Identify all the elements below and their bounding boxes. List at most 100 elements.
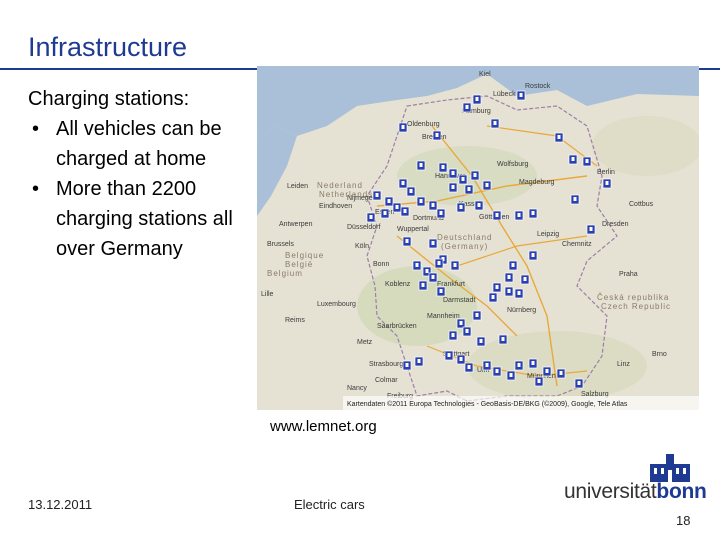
bullet-text: All vehicles can be charged at home bbox=[56, 118, 222, 170]
charging-station-marker[interactable] bbox=[450, 260, 460, 271]
map-label-berlin: Berlin bbox=[597, 169, 615, 176]
charging-station-marker[interactable] bbox=[472, 94, 482, 105]
charging-station-marker[interactable] bbox=[492, 210, 502, 221]
charging-station-marker[interactable] bbox=[416, 160, 426, 171]
charging-station-marker[interactable] bbox=[384, 196, 394, 207]
logo-wordmark: universitätbonn bbox=[564, 480, 707, 504]
charging-station-marker[interactable] bbox=[428, 200, 438, 211]
charging-station-marker[interactable] bbox=[504, 286, 514, 297]
charging-station-marker[interactable] bbox=[556, 368, 566, 379]
logo-text-part1: universität bbox=[564, 480, 657, 503]
map-label-leiden: Leiden bbox=[287, 183, 308, 190]
map-label-brussels: Brussels bbox=[267, 241, 294, 248]
charging-station-marker[interactable] bbox=[542, 366, 552, 377]
charging-station-marker[interactable] bbox=[436, 208, 446, 219]
map-label-lille: Lille bbox=[261, 291, 274, 298]
charging-station-marker[interactable] bbox=[456, 318, 466, 329]
map-label-chemnitz: Chemnitz bbox=[562, 241, 592, 248]
charging-station-marker[interactable] bbox=[464, 184, 474, 195]
charging-station-marker[interactable] bbox=[434, 258, 444, 269]
charging-station-marker[interactable] bbox=[464, 362, 474, 373]
charging-station-marker[interactable] bbox=[402, 360, 412, 371]
charging-station-marker[interactable] bbox=[444, 350, 454, 361]
charging-station-marker[interactable] bbox=[516, 90, 526, 101]
slide-title: Infrastructure bbox=[28, 32, 188, 62]
map-label-koblenz: Koblenz bbox=[385, 281, 411, 288]
charging-station-marker[interactable] bbox=[520, 274, 530, 285]
map-label-wolfsburg: Wolfsburg bbox=[497, 161, 528, 168]
charging-station-marker[interactable] bbox=[448, 182, 458, 193]
charging-station-marker[interactable] bbox=[514, 360, 524, 371]
map-label-eindhoven: Eindhoven bbox=[319, 203, 352, 210]
charging-station-marker[interactable] bbox=[398, 122, 408, 133]
map-graphic: Nederland Netherlands Deutschland (Germa… bbox=[257, 66, 699, 410]
charging-station-marker[interactable] bbox=[568, 154, 578, 165]
charging-station-marker[interactable] bbox=[498, 334, 508, 345]
charging-station-marker[interactable] bbox=[398, 178, 408, 189]
charging-station-marker[interactable] bbox=[428, 272, 438, 283]
charging-station-marker[interactable] bbox=[458, 174, 468, 185]
charging-station-marker[interactable] bbox=[570, 194, 580, 205]
charging-station-marker[interactable] bbox=[414, 356, 424, 367]
charging-station-marker[interactable] bbox=[448, 168, 458, 179]
charging-station-marker[interactable] bbox=[472, 310, 482, 321]
map-label-cottbus: Cottbus bbox=[629, 201, 654, 208]
map-label-reims: Reims bbox=[285, 317, 305, 324]
charging-station-marker[interactable] bbox=[416, 196, 426, 207]
charging-station-marker[interactable] bbox=[602, 178, 612, 189]
charging-station-marker[interactable] bbox=[380, 208, 390, 219]
charging-station-marker[interactable] bbox=[528, 358, 538, 369]
charging-station-marker[interactable] bbox=[428, 238, 438, 249]
charging-station-marker[interactable] bbox=[462, 326, 472, 337]
intro-text: Charging stations: bbox=[28, 88, 190, 110]
charging-station-marker[interactable] bbox=[574, 378, 584, 389]
charging-station-marker[interactable] bbox=[448, 330, 458, 341]
charging-station-marker[interactable] bbox=[554, 132, 564, 143]
charging-station-map: Nederland Netherlands Deutschland (Germa… bbox=[257, 66, 699, 410]
charging-station-marker[interactable] bbox=[392, 202, 402, 213]
charging-station-marker[interactable] bbox=[492, 282, 502, 293]
charging-station-marker[interactable] bbox=[582, 156, 592, 167]
charging-station-marker[interactable] bbox=[470, 170, 480, 181]
charging-station-marker[interactable] bbox=[528, 208, 538, 219]
terrain-patch bbox=[357, 266, 477, 346]
footer-topic: Electric cars bbox=[294, 497, 365, 512]
charging-station-marker[interactable] bbox=[492, 366, 502, 377]
charging-station-marker[interactable] bbox=[474, 200, 484, 211]
charging-station-marker[interactable] bbox=[372, 190, 382, 201]
charging-station-marker[interactable] bbox=[514, 288, 524, 299]
charging-station-marker[interactable] bbox=[456, 202, 466, 213]
charging-station-marker[interactable] bbox=[406, 186, 416, 197]
charging-station-marker[interactable] bbox=[504, 272, 514, 283]
bullet-dot-icon: • bbox=[32, 178, 40, 200]
charging-station-marker[interactable] bbox=[508, 260, 518, 271]
map-label-metz: Metz bbox=[357, 339, 373, 346]
charging-station-marker[interactable] bbox=[402, 236, 412, 247]
charging-station-marker[interactable] bbox=[482, 180, 492, 191]
charging-station-marker[interactable] bbox=[528, 250, 538, 261]
map-label-dresden: Dresden bbox=[602, 221, 629, 228]
charging-station-marker[interactable] bbox=[432, 130, 442, 141]
charging-station-marker[interactable] bbox=[462, 102, 472, 113]
charging-station-marker[interactable] bbox=[456, 354, 466, 365]
charging-station-marker[interactable] bbox=[586, 224, 596, 235]
charging-station-marker[interactable] bbox=[534, 376, 544, 387]
charging-station-marker[interactable] bbox=[488, 292, 498, 303]
charging-station-marker[interactable] bbox=[506, 370, 516, 381]
map-label-deutschland: Deutschland bbox=[437, 233, 492, 242]
charging-station-marker[interactable] bbox=[418, 280, 428, 291]
charging-station-marker[interactable] bbox=[412, 260, 422, 271]
map-label-praha: Praha bbox=[619, 271, 638, 278]
charging-station-marker[interactable] bbox=[438, 162, 448, 173]
charging-station-marker[interactable] bbox=[476, 336, 486, 347]
bullet-list: • All vehicles can be charged at home • Mo… bbox=[28, 114, 260, 264]
charging-station-marker[interactable] bbox=[400, 206, 410, 217]
slide-body: Charging stations: • All vehicles can be … bbox=[28, 84, 260, 264]
charging-station-marker[interactable] bbox=[514, 210, 524, 221]
charging-station-marker[interactable] bbox=[366, 212, 376, 223]
charging-station-marker[interactable] bbox=[482, 360, 492, 371]
terrain-patch bbox=[592, 116, 699, 176]
map-label-belgie: België bbox=[285, 260, 313, 269]
charging-station-marker[interactable] bbox=[436, 286, 446, 297]
charging-station-marker[interactable] bbox=[490, 118, 500, 129]
